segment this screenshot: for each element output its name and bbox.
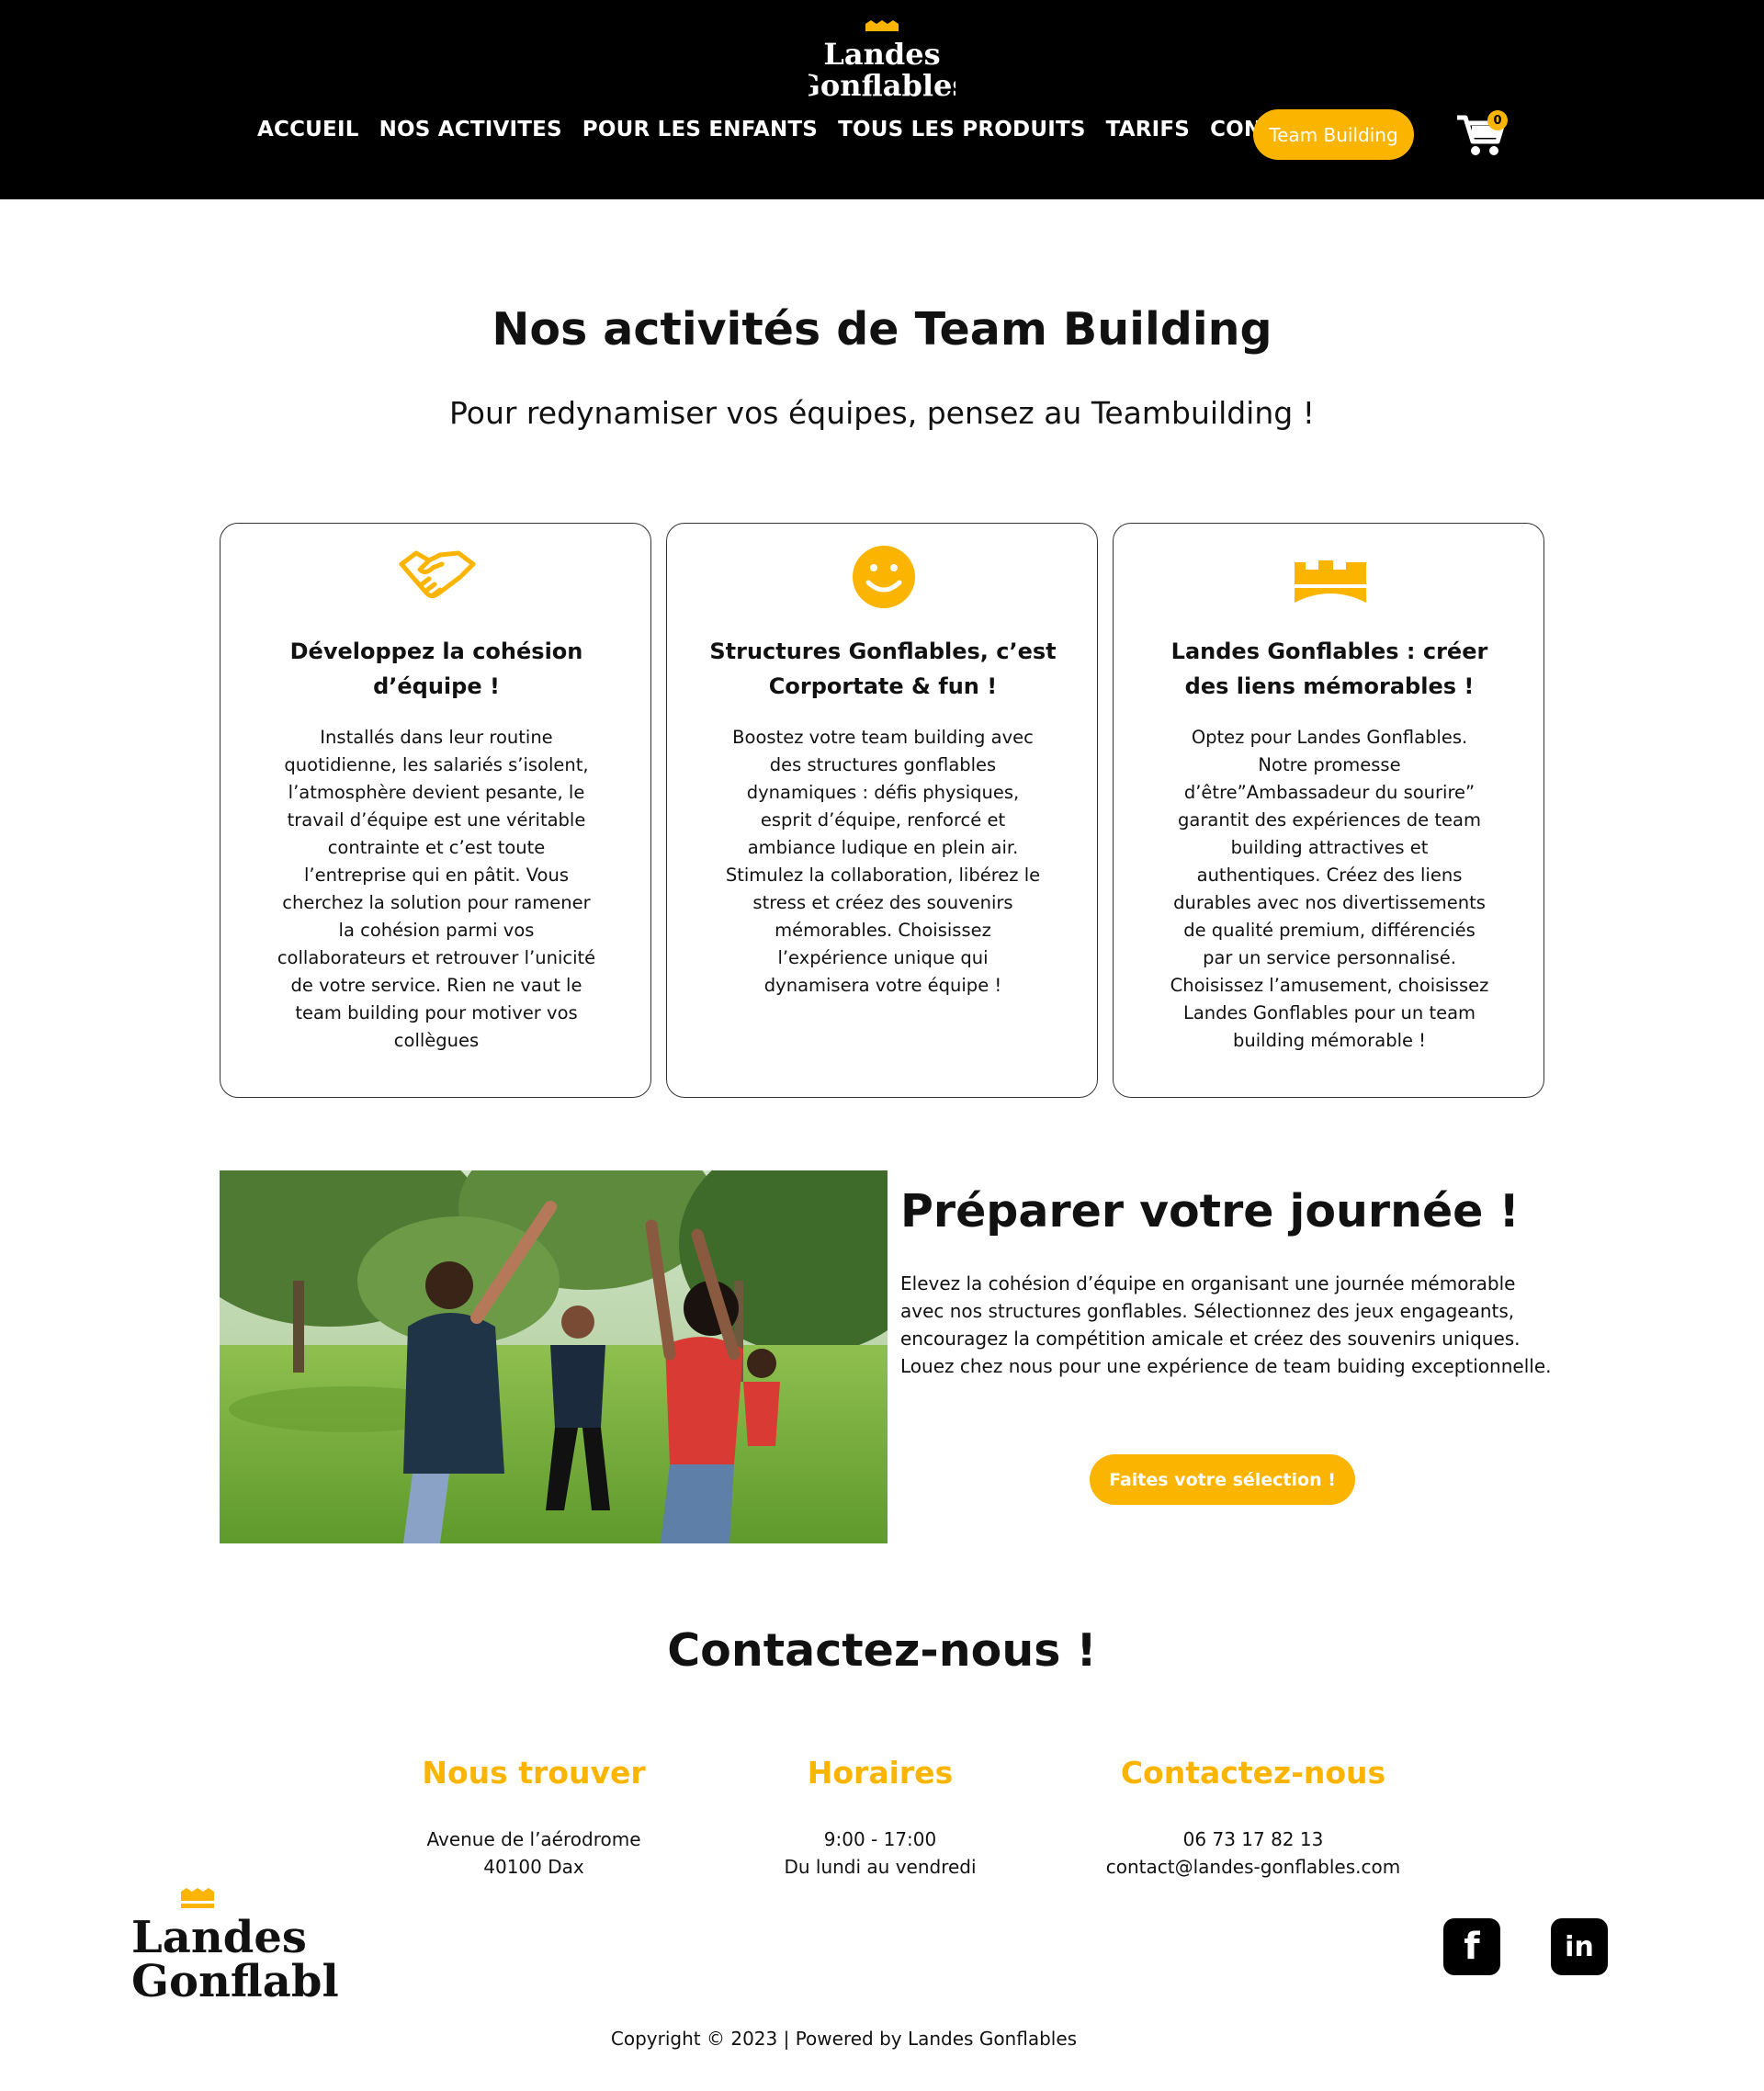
column-line: Du lundi au vendredi	[784, 1856, 977, 1878]
column-heading: Contactez-nous	[1120, 1755, 1386, 1791]
nav-accueil[interactable]: ACCUEIL	[257, 118, 359, 141]
contact-column-contact: Contactez-nous 06 73 17 82 13 contact@la…	[1069, 1755, 1437, 1881]
handshake-icon	[399, 550, 476, 599]
main-nav: ACCUEIL NOS ACTIVITES POUR LES ENFANTS T…	[257, 118, 1341, 141]
card-text: Boostez votre team building avec des str…	[725, 727, 1041, 996]
team-building-button[interactable]: Team Building	[1253, 109, 1414, 160]
card-title: Développez la cohésion d’équipe !	[289, 639, 583, 699]
prepare-title: Préparer votre journée !	[900, 1185, 1520, 1238]
linkedin-icon[interactable]: in	[1551, 1918, 1608, 1975]
feature-card-cohesion: Développez la cohésion d’équipe ! Instal…	[220, 523, 651, 1098]
prepare-text: Elevez la cohésion d’équipe en organisan…	[900, 1272, 1552, 1377]
contact-column-hours: Horaires 9:00 - 17:00 Du lundi au vendre…	[696, 1755, 1064, 1881]
svg-text:Landes: Landes	[823, 37, 940, 72]
svg-text:Gonflables: Gonflables	[131, 1956, 338, 2007]
site-header: Landes Gonflables ACCUEIL NOS ACTIVITES …	[0, 0, 1764, 199]
column-line: 40100 Dax	[483, 1856, 584, 1878]
svg-text:Gonflables: Gonflables	[808, 68, 956, 101]
feature-card-memorable: Landes Gonflables : créer des liens mémo…	[1113, 523, 1544, 1098]
nav-tarifs[interactable]: TARIFS	[1106, 118, 1190, 141]
brand-logo[interactable]: Landes Gonflables	[808, 18, 956, 101]
page-subtitle: Pour redynamiser vos équipes, pensez au …	[449, 395, 1315, 431]
card-text: Installés dans leur routine quotidienne,…	[277, 727, 596, 1051]
column-heading: Nous trouver	[422, 1755, 646, 1791]
nav-tous-les-produits[interactable]: TOUS LES PRODUITS	[838, 118, 1086, 141]
email-link[interactable]: contact@landes-gonflables.com	[1069, 1853, 1437, 1881]
smiley-icon	[853, 546, 915, 608]
linkedin-glyph: in	[1565, 1930, 1594, 1963]
card-title: Structures Gonflables, c’est Corportate …	[709, 639, 1057, 699]
cart-count-badge: 0	[1487, 110, 1508, 130]
phone-number[interactable]: 06 73 17 82 13	[1069, 1825, 1437, 1853]
column-line: 9:00 - 17:00	[823, 1828, 937, 1850]
column-line: Avenue de l’aérodrome	[426, 1828, 641, 1850]
team-activity-photo	[220, 1170, 888, 1543]
copyright-text: Copyright © 2023 | Powered by Landes Gon…	[610, 2028, 1078, 2050]
nav-nos-activites[interactable]: NOS ACTIVITES	[379, 118, 562, 141]
footer-logo[interactable]: Landes Gonflables	[131, 1888, 338, 2007]
nav-pour-les-enfants[interactable]: POUR LES ENFANTS	[582, 118, 818, 141]
facebook-glyph: f	[1464, 1926, 1480, 1968]
feature-card-fun: Structures Gonflables, c’est Corportate …	[666, 523, 1098, 1098]
crown-icon	[1295, 560, 1366, 603]
card-text: Optez pour Landes Gonflables. Notre prom…	[1170, 727, 1489, 1051]
contact-column-location: Nous trouver Avenue de l’aérodrome 40100…	[350, 1755, 718, 1881]
page-title: Nos activités de Team Building	[492, 303, 1272, 356]
contact-title: Contactez-nous !	[667, 1624, 1097, 1677]
selection-button[interactable]: Faites votre sélection !	[1090, 1454, 1355, 1505]
facebook-icon[interactable]: f	[1443, 1918, 1500, 1975]
column-heading: Horaires	[807, 1755, 954, 1791]
card-title: Landes Gonflables : créer des liens mémo…	[1170, 639, 1488, 699]
